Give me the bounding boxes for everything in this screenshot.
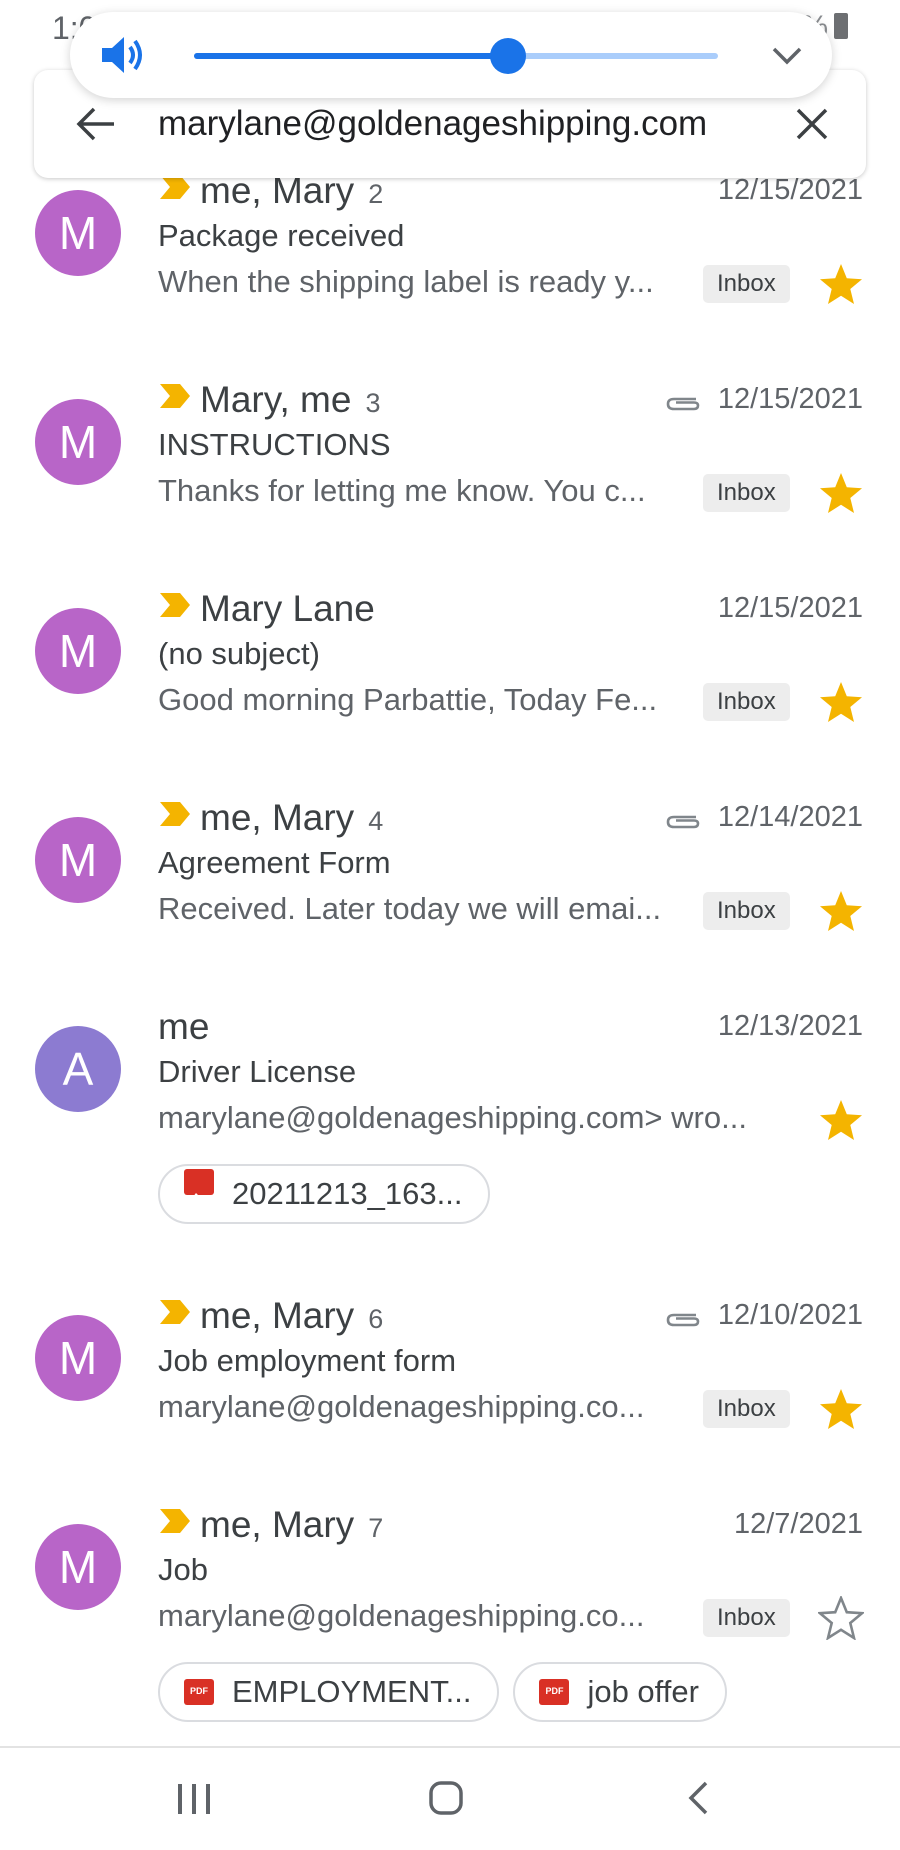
- sender-line: Mary, me 3: [158, 379, 380, 423]
- back-icon[interactable]: [686, 1780, 710, 1816]
- pdf-icon: [184, 1679, 214, 1705]
- important-marker-icon[interactable]: [158, 382, 192, 410]
- volume-slider[interactable]: [194, 38, 718, 74]
- thread-count: 7: [368, 1513, 384, 1543]
- inbox-label-badge: Inbox: [703, 892, 790, 930]
- email-snippet: Thanks for letting me know. You c...: [158, 473, 646, 508]
- email-subject: INSTRUCTIONS: [158, 427, 391, 462]
- email-date: 12/14/2021: [717, 801, 863, 833]
- star-icon[interactable]: [818, 1098, 864, 1142]
- email-subject: Driver License: [158, 1054, 357, 1089]
- recents-icon[interactable]: [176, 1782, 212, 1816]
- speaker-icon[interactable]: [100, 34, 146, 76]
- avatar[interactable]: M: [35, 399, 121, 485]
- avatar[interactable]: A: [35, 1026, 121, 1112]
- sender-name: me, Mary: [200, 1295, 355, 1336]
- avatar[interactable]: M: [35, 817, 121, 903]
- paperclip-icon: [666, 397, 700, 411]
- email-subject: (no subject): [158, 636, 320, 671]
- star-icon[interactable]: [818, 680, 864, 724]
- avatar[interactable]: M: [35, 608, 121, 694]
- sender-name: Mary, me: [200, 379, 352, 420]
- home-icon[interactable]: [428, 1780, 464, 1816]
- email-date: 12/7/2021: [733, 1508, 863, 1540]
- star-icon[interactable]: [818, 471, 864, 515]
- sender-line: me, Mary 7: [158, 1504, 383, 1548]
- pdf-icon: [539, 1679, 570, 1705]
- battery-icon: [834, 13, 848, 39]
- email-row[interactable]: Ame 12/13/2021 Driver License marylane@gold…: [0, 1006, 900, 1286]
- email-date: 12/10/2021: [717, 1299, 863, 1331]
- avatar[interactable]: M: [35, 1315, 121, 1401]
- email-row[interactable]: Mme, Mary 2 12/15/2021 Package received When…: [0, 170, 900, 370]
- chevron-down-icon[interactable]: [770, 40, 804, 70]
- inbox-label-badge: Inbox: [703, 1599, 790, 1637]
- image-glyph: [189, 1193, 209, 1202]
- image-icon: [184, 1169, 214, 1202]
- avatar[interactable]: M: [35, 190, 121, 276]
- sender-name: me: [158, 1006, 210, 1047]
- star-icon[interactable]: [818, 262, 864, 306]
- attachment-name: 20211213_163...: [232, 1176, 463, 1211]
- email-snippet: marylane@goldenageshipping.com> wro...: [158, 1100, 747, 1135]
- avatar[interactable]: M: [35, 1524, 121, 1610]
- important-marker-icon[interactable]: [158, 1298, 192, 1326]
- sender-line: me: [158, 1006, 209, 1050]
- email-subject: Agreement Form: [158, 845, 391, 880]
- email-row[interactable]: Mme, Mary 4 12/14/2021 Agreement Form Receiv…: [0, 797, 900, 997]
- sender-name: me, Mary: [200, 1504, 355, 1545]
- email-date: 12/15/2021: [717, 383, 863, 415]
- email-snippet: When the shipping label is ready y...: [158, 264, 654, 299]
- important-marker-icon[interactable]: [158, 800, 192, 828]
- thread-count: 4: [368, 806, 384, 836]
- sender-line: me, Mary 6: [158, 1295, 383, 1339]
- volume-slider-fill: [194, 53, 509, 59]
- attachment-chip[interactable]: 20211213_163...: [158, 1164, 491, 1224]
- email-row[interactable]: Mme, Mary 6 12/10/2021 Job employment form m…: [0, 1295, 900, 1495]
- email-row[interactable]: Mme, Mary 7 12/7/2021 Job marylane@goldenage…: [0, 1504, 900, 1784]
- email-date: 12/15/2021: [717, 592, 863, 624]
- attachment-chip[interactable]: EMPLOYMENT...: [158, 1662, 500, 1722]
- inbox-label-badge: Inbox: [703, 474, 790, 512]
- attachment-name: job offer: [587, 1674, 699, 1709]
- close-icon[interactable]: [794, 106, 830, 142]
- attachment-chips: 20211213_163...: [158, 1164, 504, 1224]
- attachment-name: EMPLOYMENT...: [232, 1674, 472, 1709]
- star-icon[interactable]: [818, 889, 864, 933]
- sender-line: me, Mary 4: [158, 797, 383, 841]
- sender-name: me, Mary: [200, 797, 355, 838]
- email-snippet: marylane@goldenageshipping.co...: [158, 1598, 645, 1633]
- thread-count: 3: [365, 388, 381, 418]
- email-subject: Job employment form: [158, 1343, 457, 1378]
- attachment-chips: EMPLOYMENT... job offer: [158, 1662, 741, 1722]
- paperclip-icon: [666, 1313, 700, 1327]
- sender-line: Mary Lane: [158, 588, 375, 632]
- inbox-label-badge: Inbox: [703, 265, 790, 303]
- thread-count: 2: [368, 179, 384, 209]
- thread-count: 6: [368, 1304, 384, 1334]
- email-date: 12/13/2021: [717, 1010, 863, 1042]
- email-row[interactable]: M Mary, me 3 12/15/2021 INSTRUCTIONS Thanks f…: [0, 379, 900, 579]
- email-snippet: marylane@goldenageshipping.co...: [158, 1389, 645, 1424]
- star-icon[interactable]: [818, 1387, 864, 1431]
- attachment-chip[interactable]: job offer: [513, 1662, 727, 1722]
- navigation-bar: [0, 1746, 900, 1850]
- search-input[interactable]: marylane@goldenageshipping.com: [158, 104, 707, 144]
- important-marker-icon[interactable]: [158, 591, 192, 619]
- email-date: 12/15/2021: [717, 174, 863, 206]
- inbox-label-badge: Inbox: [703, 1390, 790, 1428]
- email-row[interactable]: M Mary Lane 12/15/2021 (no subject) Good mor…: [0, 588, 900, 788]
- back-arrow-icon[interactable]: [74, 104, 116, 144]
- paperclip-icon: [666, 815, 700, 829]
- email-subject: Package received: [158, 218, 405, 253]
- sender-name: Mary Lane: [200, 588, 375, 629]
- volume-slider-thumb[interactable]: [490, 38, 527, 74]
- email-snippet: Received. Later today we will emai...: [158, 891, 662, 926]
- volume-panel: [70, 12, 832, 98]
- important-marker-icon[interactable]: [158, 1507, 192, 1535]
- star-outline-icon[interactable]: [818, 1596, 864, 1640]
- email-subject: Job: [158, 1552, 208, 1587]
- email-snippet: Good morning Parbattie, Today Fe...: [158, 682, 658, 717]
- inbox-label-badge: Inbox: [703, 683, 790, 721]
